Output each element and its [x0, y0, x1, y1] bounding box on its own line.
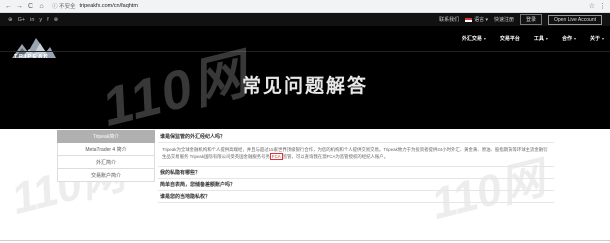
sidebar-item-account-intro[interactable]: 交易账户简介	[57, 169, 155, 182]
site-header: TRIPEAK 外汇交易 ▾ 交易平台 工具 ▾ 合作 ▾ 关于 ▾ 常见问题解答 11…	[0, 26, 610, 129]
nav-partnership[interactable]: 合作 ▾	[562, 35, 576, 42]
nav-trading-platform[interactable]: 交易平台	[500, 35, 520, 42]
quick-register-link[interactable]: 快速注册	[494, 16, 514, 23]
answer-text: 监管，可以查询我在澳FCA为监管授权的经纪人账户。	[282, 154, 389, 159]
sidebar-item-tripeak-intro[interactable]: Tripeak简介	[57, 130, 155, 143]
sidebar-item-mt4-intro[interactable]: MetaTrader 4 简介	[57, 143, 155, 156]
twitter-icon[interactable]: y	[39, 17, 42, 23]
bookmark-star-icon[interactable]: ☆	[589, 2, 595, 10]
address-bar[interactable]: ⓘ 不安全 tripeakfx.com/cn/faqhtm	[52, 2, 138, 11]
browser-toolbar: ← → C ⌂ ⓘ 不安全 tripeakfx.com/cn/faqhtm ☆ …	[0, 0, 610, 13]
footer-divider	[0, 240, 610, 241]
main-navigation: 外汇交易 ▾ 交易平台 工具 ▾ 合作 ▾ 关于 ▾	[462, 35, 604, 42]
contact-link[interactable]: 联系我们	[439, 16, 459, 23]
faq-question[interactable]: 简单自表简，您储备差额账户吗？	[158, 179, 554, 191]
faq-question[interactable]: 谁是保监管的外汇经纪人吗？	[158, 131, 554, 143]
faq-list: 谁是保监管的外汇经纪人吗？ Tripeak为全球金融机构和个人提供高端经，并且与…	[158, 131, 554, 203]
nav-forex-trading[interactable]: 外汇交易 ▾	[462, 35, 486, 42]
nav-label: 工具	[533, 36, 544, 42]
chevron-down-icon: ▾	[483, 36, 486, 41]
nav-about[interactable]: 关于 ▾	[590, 35, 604, 42]
language-label: 语言 ▾	[474, 17, 488, 23]
google-plus-icon[interactable]: G+	[18, 17, 26, 23]
chevron-down-icon: ▾	[573, 36, 576, 41]
open-live-account-button[interactable]: Open Live Account	[548, 14, 602, 25]
login-button[interactable]: 登录	[520, 14, 543, 25]
faq-answer: Tripeak为全球金融机构和个人提供高端经，并且与超过15家世界顶级银行合作，…	[158, 143, 554, 167]
facebook-icon[interactable]: f	[47, 17, 49, 23]
language-selector[interactable]: 语言 ▾	[465, 16, 488, 23]
faq-question[interactable]: 谁是您的当地隐私权？	[158, 191, 554, 203]
back-icon[interactable]: ←	[4, 2, 13, 11]
fca-link[interactable]: FCA	[269, 153, 283, 160]
page-title: 常见问题解答	[241, 76, 368, 97]
reload-icon[interactable]: C	[26, 2, 35, 11]
sidebar-item-forex-intro[interactable]: 外汇简介	[57, 156, 155, 169]
not-secure-indicator[interactable]: ⓘ 不安全	[52, 2, 76, 10]
nav-label: 合作	[561, 36, 572, 42]
chevron-down-icon: ▾	[545, 36, 548, 41]
linkedin-icon[interactable]: in	[30, 17, 34, 23]
url-text[interactable]: tripeakfx.com/cn/faqhtm	[80, 3, 138, 9]
weibo-icon[interactable]: ⊗	[54, 17, 59, 23]
browser-menu-icon[interactable]: ⋮	[599, 2, 606, 10]
top-utility-bar: ⊕ G+ in y f ⊗ 联系我们 语言 ▾ 快速注册 登录 Open Liv…	[0, 13, 610, 26]
web-icon[interactable]: ⊕	[8, 17, 13, 23]
faq-sidebar: Tripeak简介 MetaTrader 4 简介 外汇简介 交易账户简介	[57, 130, 155, 182]
nav-tools[interactable]: 工具 ▾	[534, 35, 548, 42]
faq-question[interactable]: 我的私隐有哪些？	[158, 167, 554, 179]
nav-label: 交易平台	[499, 36, 520, 42]
home-icon[interactable]: ⌂	[37, 2, 46, 11]
social-links: ⊕ G+ in y f ⊗	[8, 17, 58, 23]
nav-label: 外汇交易	[461, 36, 482, 42]
chevron-down-icon: ▾	[601, 36, 604, 41]
header-divider	[0, 51, 610, 52]
nav-label: 关于	[589, 36, 600, 42]
forward-icon[interactable]: →	[15, 2, 24, 11]
logo-text: TRIPEAK	[14, 54, 50, 60]
flag-icon	[465, 17, 473, 22]
